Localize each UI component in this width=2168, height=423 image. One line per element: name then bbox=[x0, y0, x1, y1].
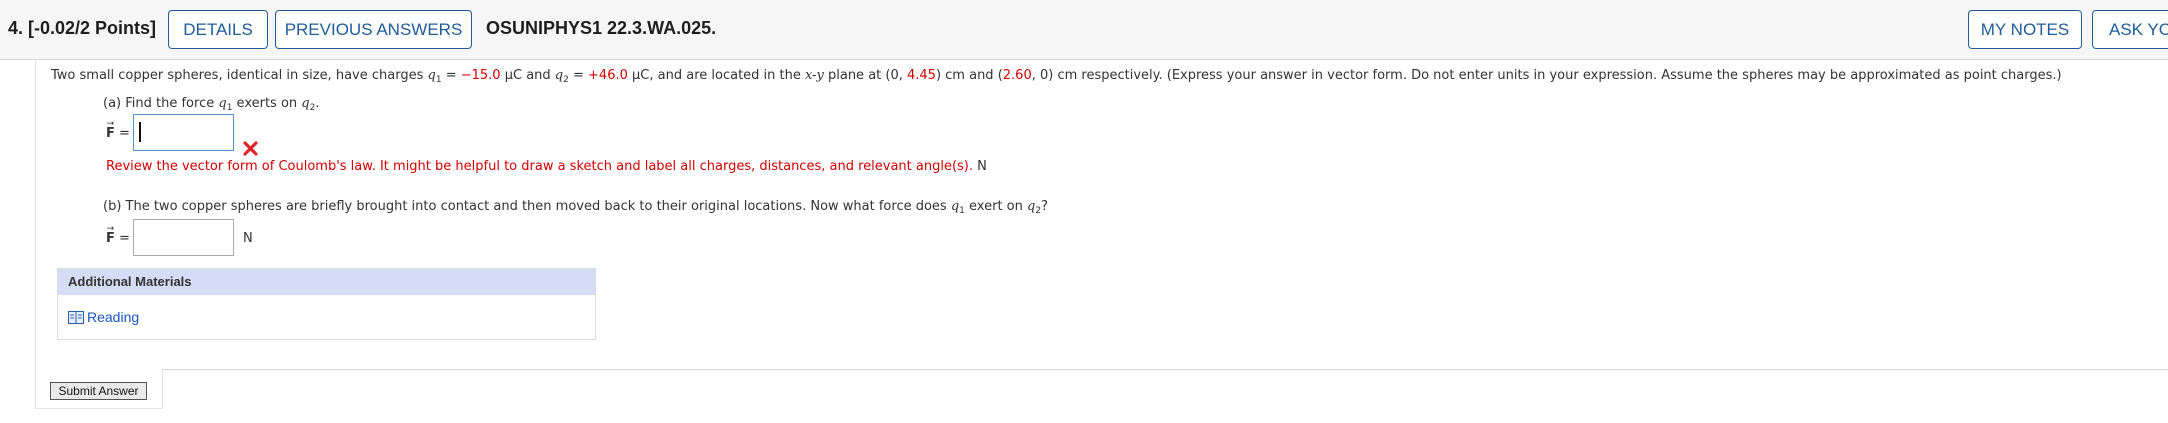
question-header: 4. [-0.02/2 Points] DETAILS PREVIOUS ANS… bbox=[0, 0, 2168, 60]
ask-your-teacher-button[interactable]: ASK YOUR TEACHER bbox=[2092, 10, 2168, 49]
additional-materials-panel: Additional Materials Reading bbox=[57, 268, 596, 340]
q1-position-y: 4.45 bbox=[907, 68, 936, 83]
q2-value: +46.0 bbox=[588, 68, 628, 83]
my-notes-button[interactable]: MY NOTES bbox=[1968, 10, 2082, 49]
x-mark-icon bbox=[243, 141, 258, 156]
details-button[interactable]: DETAILS bbox=[168, 10, 268, 49]
book-icon bbox=[68, 310, 84, 324]
reading-link[interactable]: Reading bbox=[68, 309, 139, 325]
part-b-answer-input[interactable] bbox=[133, 219, 234, 256]
q2-position-x: 2.60 bbox=[1002, 68, 1032, 83]
part-a-unit: N bbox=[977, 159, 987, 174]
additional-materials-title: Additional Materials bbox=[58, 269, 595, 295]
part-a-feedback: Review the vector form of Coulomb's law.… bbox=[106, 159, 973, 174]
part-a-feedback-line: Review the vector form of Coulomb's law.… bbox=[106, 158, 987, 175]
problem-statement: Two small copper spheres, identical in s… bbox=[51, 68, 2062, 85]
part-b-prompt: (b) The two copper spheres are briefly b… bbox=[103, 199, 1048, 216]
previous-answers-button[interactable]: PREVIOUS ANSWERS bbox=[275, 10, 472, 49]
text-caret bbox=[139, 122, 141, 142]
q1-value: −15.0 bbox=[460, 68, 501, 83]
submit-answer-button[interactable]: Submit Answer bbox=[50, 382, 147, 400]
footer-divider bbox=[163, 369, 2168, 370]
question-code: OSUNIPHYS1 22.3.WA.025. bbox=[486, 18, 717, 38]
reading-label: Reading bbox=[87, 309, 140, 325]
part-a-vector-label: F = bbox=[106, 116, 130, 142]
part-b-unit: N bbox=[243, 231, 253, 246]
part-b-vector-label: F = bbox=[106, 221, 130, 247]
question-number: 4. [-0.02/2 Points] bbox=[8, 18, 157, 38]
part-a-answer-input[interactable] bbox=[133, 114, 234, 151]
